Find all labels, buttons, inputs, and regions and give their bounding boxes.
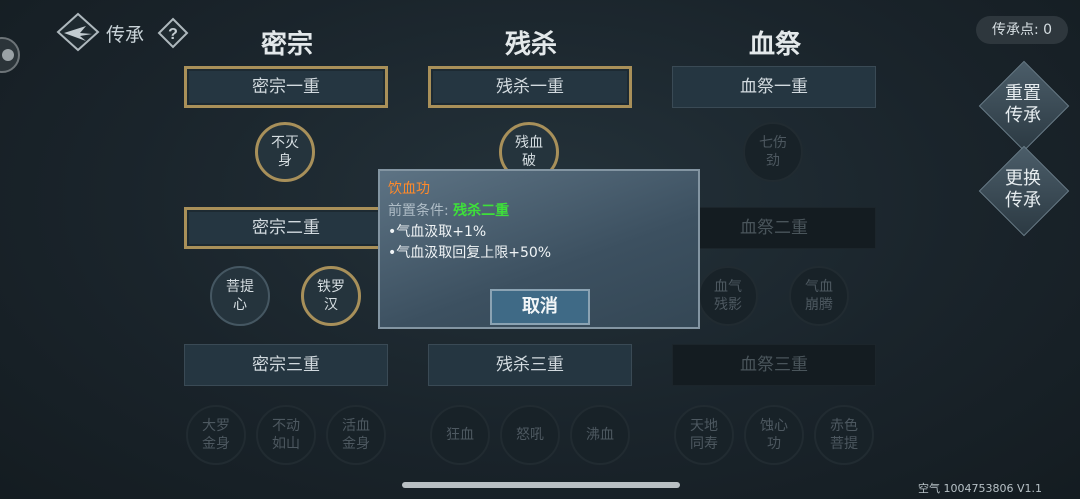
skill-node-feixue[interactable]: 沸血 bbox=[570, 405, 630, 465]
skill-node-putixin[interactable]: 菩提 心 bbox=[210, 266, 270, 326]
tier-mizong-3[interactable]: 密宗三重 bbox=[184, 344, 388, 386]
popup-prereq-label: 前置条件: bbox=[388, 203, 449, 219]
column-title-cansha: 残杀 bbox=[504, 30, 557, 60]
popup-prereq: 前置条件: 残杀二重 bbox=[388, 200, 509, 220]
tier-cansha-3[interactable]: 残杀三重 bbox=[428, 344, 632, 386]
column-title-xueji: 血祭 bbox=[748, 30, 801, 60]
svg-text:?: ? bbox=[168, 26, 178, 43]
skill-node-bumieshen[interactable]: 不灭 身 bbox=[255, 122, 315, 182]
reset-inheritance-button[interactable]: 重置 传承 bbox=[978, 60, 1070, 152]
close-icon[interactable] bbox=[0, 37, 20, 73]
popup-effect-2: •气血汲取回复上限+50% bbox=[388, 245, 552, 261]
cancel-button[interactable]: 取消 bbox=[490, 289, 590, 325]
skill-node-qixuebengteng[interactable]: 气血 崩腾 bbox=[789, 266, 849, 326]
popup-skill-name: 饮血功 bbox=[388, 181, 430, 197]
popup-effect-1: •气血汲取+1% bbox=[388, 224, 487, 240]
skill-node-xueqicanying[interactable]: 血气 残影 bbox=[698, 266, 758, 326]
skill-node-kuangxue[interactable]: 狂血 bbox=[430, 405, 490, 465]
version-label: 空气 1004753806 V1.1 bbox=[918, 482, 1042, 495]
skill-node-budongrushan[interactable]: 不动 如山 bbox=[256, 405, 316, 465]
change-inheritance-button[interactable]: 更换 传承 bbox=[978, 145, 1070, 237]
tier-xueji-1[interactable]: 血祭一重 bbox=[672, 66, 876, 108]
reset-inheritance-label: 重置 传承 bbox=[1005, 83, 1041, 126]
skill-node-nuhou[interactable]: 怒吼 bbox=[500, 405, 560, 465]
tier-mizong-2[interactable]: 密宗二重 bbox=[184, 207, 388, 249]
skill-node-huoxuejinshen[interactable]: 活血 金身 bbox=[326, 405, 386, 465]
column-title-mizong: 密宗 bbox=[260, 30, 313, 60]
inheritance-points-badge: 传承点: 0 bbox=[976, 16, 1068, 44]
skill-node-tieluohan[interactable]: 铁罗 汉 bbox=[301, 266, 361, 326]
page-title: 传承 bbox=[106, 24, 145, 46]
change-inheritance-label: 更换 传承 bbox=[1005, 168, 1041, 211]
tier-cansha-1[interactable]: 残杀一重 bbox=[428, 66, 632, 108]
popup-prereq-value: 残杀二重 bbox=[453, 203, 510, 219]
back-arrow-icon[interactable] bbox=[56, 12, 100, 52]
tier-xueji-3[interactable]: 血祭三重 bbox=[672, 344, 876, 386]
home-indicator-bar[interactable] bbox=[402, 482, 680, 488]
skill-node-shixingong[interactable]: 蚀心 功 bbox=[744, 405, 804, 465]
tier-mizong-1[interactable]: 密宗一重 bbox=[184, 66, 388, 108]
skill-node-qishangjin[interactable]: 七伤 劲 bbox=[743, 122, 803, 182]
skill-node-tiantongshou[interactable]: 天地 同寿 bbox=[674, 405, 734, 465]
skill-node-daluojinshen[interactable]: 大罗 金身 bbox=[186, 405, 246, 465]
tier-xueji-2[interactable]: 血祭二重 bbox=[672, 207, 876, 249]
skill-node-chiseputi[interactable]: 赤色 菩提 bbox=[814, 405, 874, 465]
